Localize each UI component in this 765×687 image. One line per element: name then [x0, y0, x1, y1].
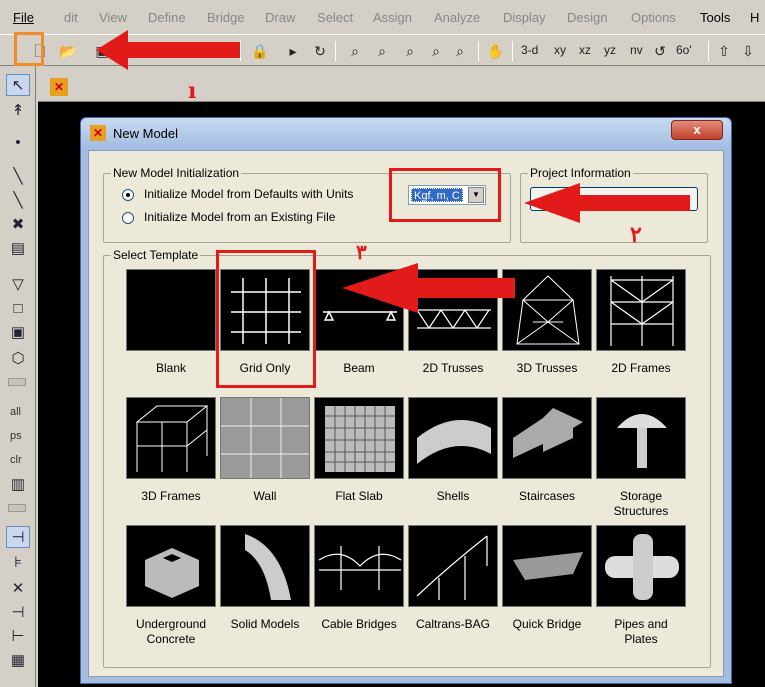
arrow-to-new-icon	[96, 30, 240, 70]
arrow-to-project-info	[524, 183, 690, 223]
annotation-arrows	[96, 30, 690, 313]
annotation-mark-1: ı	[188, 78, 197, 104]
annotation-mark-2: ٢	[630, 222, 642, 248]
annotation-mark-3: ٣	[356, 240, 367, 264]
arrow-to-grid-only	[342, 263, 515, 313]
